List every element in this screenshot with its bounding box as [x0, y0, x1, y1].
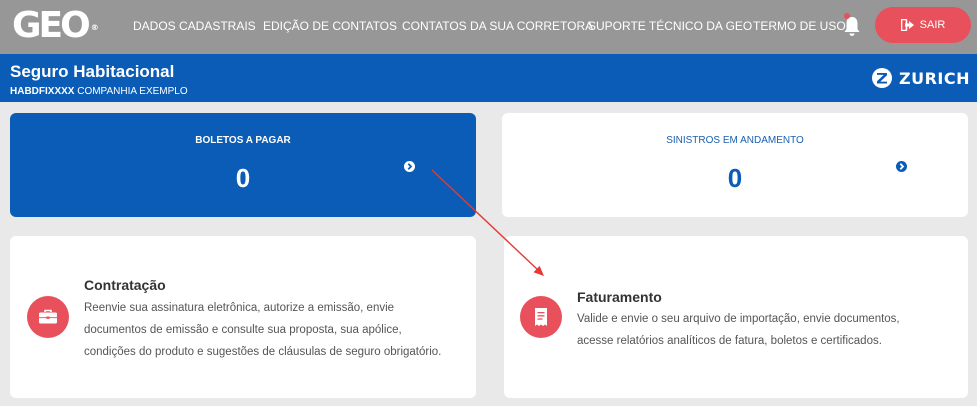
contratacao-line: documentos de emissão e consulte sua pro… [84, 324, 402, 336]
logout-button[interactable]: SAIR [875, 7, 971, 43]
insurer-name: ZURICH [899, 68, 970, 88]
chevron-right-icon [899, 163, 905, 170]
contratacao-title: Contratação [84, 277, 166, 293]
nav-dados-cadastrais[interactable]: DADOS CADASTRAIS [133, 19, 256, 33]
faturamento-line: acesse relatórios analíticos de fatura, … [577, 335, 882, 347]
faturamento-title: Faturamento [577, 289, 662, 305]
nav-contatos-corretora[interactable]: CONTATOS DA SUA CORRETORA [402, 19, 593, 33]
company-info: HABDFIXXXX COMPANHIA EXEMPLO [10, 86, 188, 97]
faturamento-description: Valide e envie o seu arquivo de importaç… [577, 308, 957, 352]
nav-edicao-de-contatos[interactable]: EDIÇÃO DE CONTATOS [263, 19, 397, 33]
briefcase-icon [27, 296, 69, 338]
nav-termo-de-uso[interactable]: TERMO DE USO [753, 19, 846, 33]
sinistros-arrow-button[interactable] [896, 161, 907, 172]
faturamento-card[interactable]: Faturamento Valide e envie o seu arquivo… [504, 236, 968, 398]
boletos-card[interactable]: BOLETOS A PAGAR 0 [10, 113, 476, 217]
top-navigation-bar: GEO ® DADOS CADASTRAIS EDIÇÃO DE CONTATOS… [0, 0, 977, 54]
notification-dot [844, 13, 850, 19]
sinistros-card[interactable]: SINISTROS EM ANDAMENTO 0 [502, 113, 968, 217]
page-title: Seguro Habitacional [10, 62, 175, 81]
product-header: Seguro Habitacional HABDFIXXXX COMPANHIA… [0, 54, 977, 102]
chevron-right-icon [407, 163, 413, 170]
contratacao-card[interactable]: Contratação Reenvie sua assinatura eletr… [10, 236, 476, 398]
policy-code: HABDFIXXXX [10, 86, 75, 97]
contratacao-description: Reenvie sua assinatura eletrônica, autor… [84, 297, 469, 363]
company-name: COMPANHIA EXEMPLO [74, 86, 188, 97]
logout-icon [900, 19, 914, 31]
nav-suporte-tecnico[interactable]: SUPORTE TÉCNICO DA GEO [588, 19, 752, 33]
zurich-logo: ZURICH [871, 67, 970, 89]
zurich-mark-icon [872, 68, 892, 88]
contratacao-line: condições do produto e sugestões de cláu… [84, 346, 442, 358]
logout-label: SAIR [919, 19, 946, 31]
geo-logo[interactable]: GEO ® [12, 6, 99, 46]
faturamento-line: Valide e envie o seu arquivo de importaç… [577, 313, 900, 325]
boletos-title: BOLETOS A PAGAR [195, 135, 291, 146]
boletos-arrow-button[interactable] [404, 161, 415, 172]
receipt-icon [520, 296, 562, 338]
contratacao-line: Reenvie sua assinatura eletrônica, autor… [84, 302, 395, 314]
sinistros-title: SINISTROS EM ANDAMENTO [666, 135, 804, 146]
